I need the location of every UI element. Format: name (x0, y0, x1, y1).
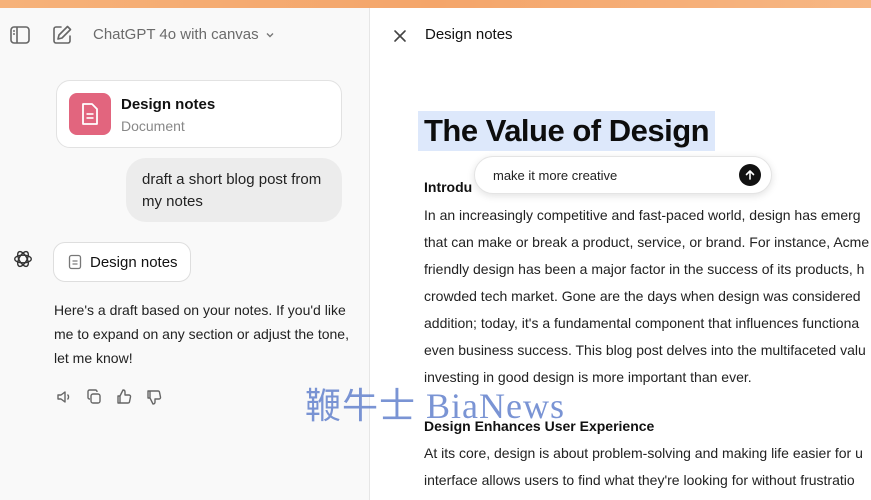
new-chat-edit-icon[interactable] (50, 23, 74, 47)
paragraph-line: interface allows users to find what they… (424, 472, 855, 488)
user-experience-paragraph: At its core, design is about problem-sol… (424, 440, 871, 494)
paragraph-line: In an increasingly competitive and fast-… (424, 207, 861, 223)
intro-heading: Introdu (424, 179, 473, 195)
arrow-up-icon (745, 170, 755, 180)
document-pill-label: Design notes (90, 253, 178, 271)
paragraph-line: crowded tech market. Gone are the days w… (424, 288, 861, 304)
top-gradient-bar (0, 0, 871, 8)
openai-logo-icon (12, 248, 36, 272)
close-icon[interactable] (388, 24, 412, 48)
document-heading[interactable]: The Value of Design (418, 111, 716, 151)
edit-prompt-input[interactable] (493, 165, 723, 185)
inline-edit-prompt (474, 156, 772, 194)
sidebar-toggle-icon[interactable] (8, 23, 32, 47)
thumbs-up-icon[interactable] (114, 387, 134, 407)
document-card-subtitle: Document (121, 118, 185, 134)
model-selector[interactable]: ChatGPT 4o with canvas (93, 26, 275, 43)
paragraph-line: that can make or break a product, servic… (424, 234, 870, 250)
document-icon (68, 254, 82, 270)
document-card[interactable]: Design notes Document (56, 80, 342, 148)
paragraph-line: addition; today, it's a fundamental comp… (424, 315, 860, 331)
message-actions (54, 387, 164, 407)
paragraph-line: even business success. This blog post de… (424, 342, 866, 358)
document-pill-button[interactable]: Design notes (53, 242, 191, 282)
chevron-down-icon (266, 32, 274, 37)
model-title: ChatGPT 4o with canvas (93, 26, 259, 43)
document-card-title: Design notes (121, 96, 216, 113)
copy-icon[interactable] (84, 387, 104, 407)
read-aloud-icon[interactable] (54, 387, 74, 407)
canvas-title: Design notes (425, 26, 513, 43)
watermark: 鞭牛士 BiaNews (305, 386, 565, 426)
assistant-message: Here's a draft based on your notes. If y… (54, 302, 349, 366)
user-message: draft a short blog post from my notes (126, 158, 342, 222)
paragraph-line: friendly design has been a major factor … (424, 261, 865, 277)
intro-paragraph: In an increasingly competitive and fast-… (424, 202, 871, 391)
paragraph-line: At its core, design is about problem-sol… (424, 445, 863, 461)
document-icon (69, 93, 111, 135)
thumbs-down-icon[interactable] (144, 387, 164, 407)
send-button[interactable] (739, 164, 761, 186)
